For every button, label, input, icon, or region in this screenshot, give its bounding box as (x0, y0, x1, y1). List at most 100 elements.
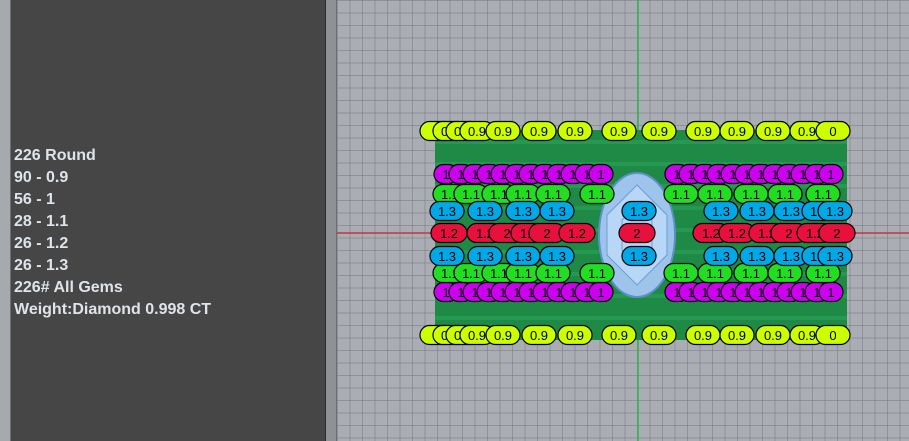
gem-marker: 0.9 (755, 324, 791, 346)
gem-marker-label: 1.1 (490, 266, 508, 281)
gem-marker-label: 1.1 (514, 266, 532, 281)
gem-marker: 1.1 (805, 183, 841, 205)
gem-marker: 1.3 (703, 245, 739, 267)
gem-marker-label: 0.9 (494, 124, 512, 139)
stat-line: 90 - 0.9 (14, 169, 69, 186)
gem-marker-label: 0.9 (694, 328, 712, 343)
gem-marker-label: 1.1 (462, 266, 480, 281)
gem-marker: 0.9 (521, 120, 557, 142)
gem-stats-text: 226 Round 90 - 0.9 56 - 1 28 - 1.1 26 - 1.2 2… (14, 145, 211, 321)
gem-marker: 1.1 (579, 183, 615, 205)
gem-marker: 1.3 (429, 245, 465, 267)
gem-marker: 1.3 (739, 200, 775, 222)
gem-marker: 1.3 (703, 200, 739, 222)
gem-marker-label: 1.3 (514, 204, 532, 219)
gem-marker-label: 0.9 (566, 328, 584, 343)
gem-marker-label: 0.9 (728, 328, 746, 343)
stat-line: 26 - 1.2 (14, 235, 69, 252)
gem-marker: 1.1 (767, 262, 803, 284)
gem-marker-label: 1 (827, 285, 834, 300)
gem-marker-label: 0.9 (728, 124, 746, 139)
gem-marker-label: 1.3 (782, 204, 800, 219)
gem-marker-label: 1.1 (814, 266, 832, 281)
gem-marker: 1 (588, 163, 614, 185)
gem-marker-label: 1.3 (514, 249, 532, 264)
stat-line: 28 - 1.1 (14, 213, 69, 230)
gem-marker-label: 0 (829, 124, 836, 139)
3d-viewport[interactable]: 00.90.90.90.90.90.90.90.90.90.90.90.9000… (337, 0, 909, 441)
gem-marker-label: 1.3 (476, 204, 494, 219)
gem-marker-label: 0.9 (650, 328, 668, 343)
gem-marker-label: 1.3 (712, 204, 730, 219)
gem-marker-label: 1.2 (728, 226, 746, 241)
gem-marker: 1.3 (505, 245, 541, 267)
gem-marker-label: 1.1 (776, 187, 794, 202)
gem-marker: 1.1 (579, 262, 615, 284)
gem-marker: 1.3 (621, 245, 657, 267)
gem-marker-label: 1.3 (630, 249, 648, 264)
gem-marker-label: 2 (503, 226, 510, 241)
gem-marker: 1.2 (558, 222, 596, 244)
gem-marker-label: 0.9 (610, 124, 628, 139)
gem-marker: 2 (818, 222, 856, 244)
stat-line: 226 Round (14, 147, 96, 164)
gem-marker: 1.1 (663, 183, 699, 205)
gem-marker: 0 (815, 324, 851, 346)
stat-line: Weight:Diamond 0.998 CT (14, 301, 212, 318)
gem-marker: 0.9 (485, 120, 521, 142)
gem-marker-label: 0.9 (694, 124, 712, 139)
gem-marker: 1.3 (429, 200, 465, 222)
gem-marker: 1.1 (805, 262, 841, 284)
gem-marker: 1.1 (505, 183, 541, 205)
gem-marker: 1.3 (539, 245, 575, 267)
gem-marker-label: 1.1 (706, 187, 724, 202)
gem-marker-label: 1.1 (490, 187, 508, 202)
gem-marker: 0.9 (521, 324, 557, 346)
gem-marker: 0.9 (641, 324, 677, 346)
gem-marker-label: 0.9 (650, 124, 668, 139)
gem-marker: 1.1 (535, 183, 571, 205)
gem-marker: 1.3 (505, 200, 541, 222)
gem-marker: 1.3 (621, 200, 657, 222)
gem-marker-label: 2 (633, 226, 640, 241)
gem-marker-label: 1.1 (588, 266, 606, 281)
gem-marker-label: 1.3 (712, 249, 730, 264)
gem-marker: 0.9 (601, 120, 637, 142)
gem-marker: 1.3 (467, 200, 503, 222)
gem-marker: 1.1 (535, 262, 571, 284)
gem-marker-label: 1.2 (702, 226, 720, 241)
gem-marker-label: 1.1 (544, 187, 562, 202)
gem-marker-label: 0.9 (468, 328, 486, 343)
gem-marker: 0.9 (719, 120, 755, 142)
gem-marker: 1 (818, 163, 844, 185)
stat-line: 226# All Gems (14, 279, 123, 296)
panel-resize-handle[interactable] (325, 0, 337, 441)
gem-marker-label: 1.3 (548, 249, 566, 264)
gem-marker-label: 0.9 (530, 328, 548, 343)
gem-marker-label: 1.1 (814, 187, 832, 202)
gem-marker: 1.1 (767, 183, 803, 205)
gem-marker: 0.9 (601, 324, 637, 346)
gem-marker-label: 0.9 (798, 124, 816, 139)
gem-marker-label: 1 (597, 167, 604, 182)
gem-marker: 1.1 (663, 262, 699, 284)
gem-marker-label: 1.1 (544, 266, 562, 281)
gem-marker-label: 1.3 (548, 204, 566, 219)
gem-marker-label: 2 (543, 226, 550, 241)
gem-marker-label: 1.3 (476, 249, 494, 264)
gem-marker-label: 1 (827, 167, 834, 182)
gem-marker-label: 1.3 (748, 249, 766, 264)
gem-marker: 1.2 (430, 222, 468, 244)
gem-marker-label: 0.9 (610, 328, 628, 343)
gem-marker-label: 1.1 (742, 187, 760, 202)
gem-marker-label: 0.9 (566, 124, 584, 139)
left-edge-strip (0, 0, 11, 441)
viewport-scene: 00.90.90.90.90.90.90.90.90.90.90.90.9000… (337, 0, 909, 441)
gem-marker: 0.9 (719, 324, 755, 346)
gem-marker-label: 1.3 (826, 204, 844, 219)
stat-line: 56 - 1 (14, 191, 55, 208)
setting-band (435, 316, 847, 320)
gem-marker-label: 1.3 (782, 249, 800, 264)
gem-marker-label: 0.9 (468, 124, 486, 139)
gem-marker: 0.9 (641, 120, 677, 142)
